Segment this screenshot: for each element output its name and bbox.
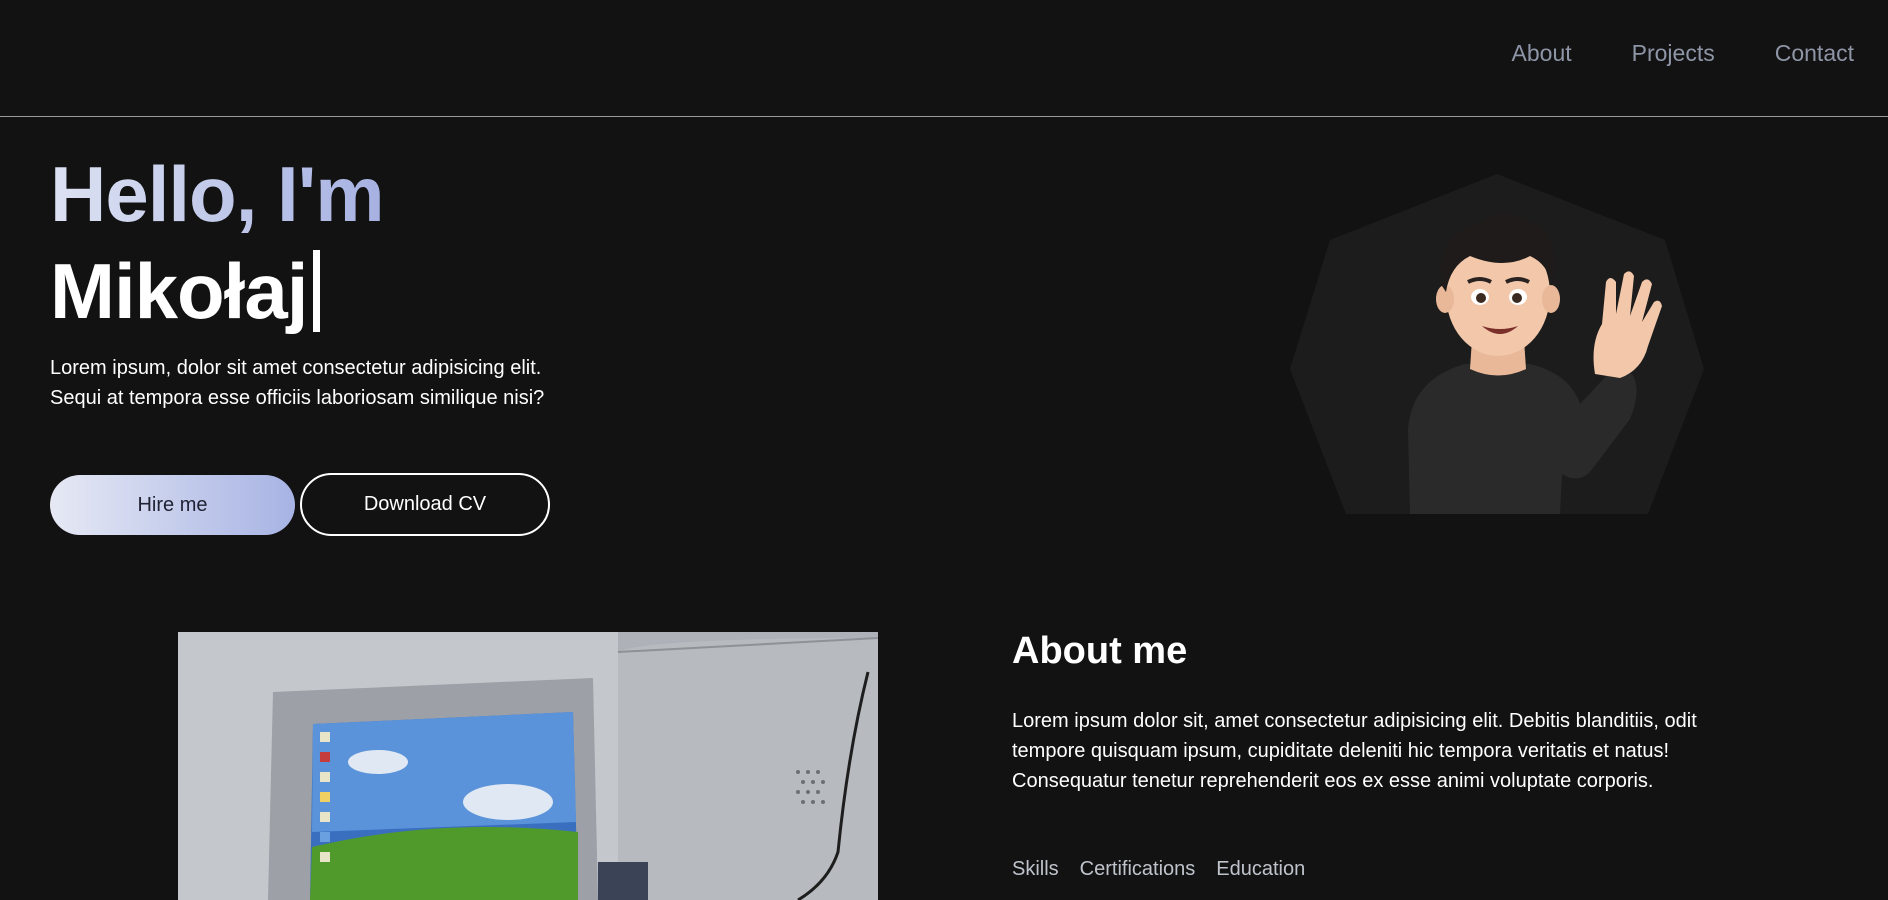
top-navigation-bar: About Projects Contact <box>0 0 1888 117</box>
download-cv-button[interactable]: Download CV <box>300 473 550 536</box>
main-nav: About Projects Contact <box>1512 40 1854 67</box>
retro-computer-image <box>178 632 878 900</box>
hero-name-heading: Mikołaj <box>50 245 321 337</box>
hire-me-button[interactable]: Hire me <box>50 475 295 535</box>
about-tabs: Skills Certifications Education <box>1012 858 1305 881</box>
tab-certifications[interactable]: Certifications <box>1080 858 1196 881</box>
tab-education[interactable]: Education <box>1216 858 1305 881</box>
nav-link-projects[interactable]: Projects <box>1632 40 1715 67</box>
avatar-illustration <box>1290 174 1704 514</box>
typing-cursor <box>313 250 321 332</box>
tab-skills[interactable]: Skills <box>1012 858 1059 881</box>
nav-link-contact[interactable]: Contact <box>1775 40 1854 67</box>
about-photo <box>178 632 878 900</box>
nav-link-about[interactable]: About <box>1512 40 1572 67</box>
hero-description: Lorem ipsum, dolor sit amet consectetur … <box>50 357 545 409</box>
about-description: Lorem ipsum dolor sit, amet consectetur … <box>1012 710 1697 792</box>
hero-greeting: Hello, I'm <box>50 150 385 238</box>
hero-name-text: Mikołaj <box>50 247 308 335</box>
about-title: About me <box>1012 630 1188 672</box>
